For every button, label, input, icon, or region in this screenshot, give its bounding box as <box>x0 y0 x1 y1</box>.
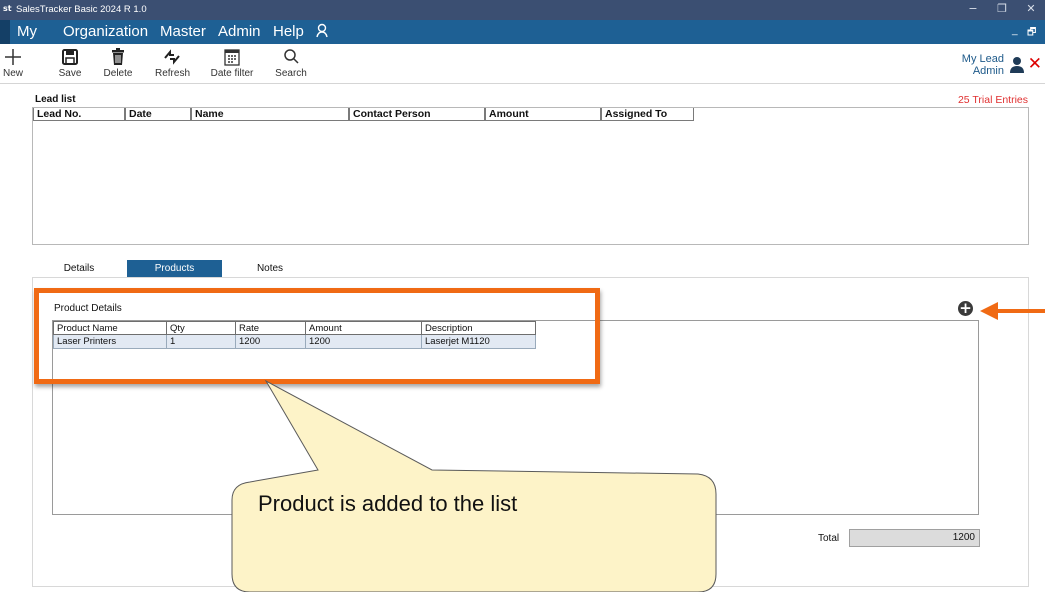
toolbar: New Save Delete Refresh Date filter Sear… <box>0 44 1045 84</box>
search-label: Search <box>275 68 307 79</box>
col-contact-person[interactable]: Contact Person <box>349 108 485 121</box>
search-icon <box>274 47 308 69</box>
col-date[interactable]: Date <box>125 108 191 121</box>
current-user-label[interactable]: My Lead Admin <box>962 53 1004 77</box>
window-title: SalesTracker Basic 2024 R 1.0 <box>16 4 147 15</box>
search-button[interactable]: Search <box>274 47 308 79</box>
tab-products[interactable]: Products <box>127 260 222 277</box>
menu-minimize-button[interactable]: _ <box>1012 25 1018 36</box>
trial-entries-text: 25 Trial Entries <box>957 94 1028 106</box>
date-filter-button[interactable]: Date filter <box>209 47 255 79</box>
trash-icon <box>103 47 133 69</box>
col-amount[interactable]: Amount <box>485 108 601 121</box>
window-close-button[interactable]: ✕ <box>1020 1 1042 17</box>
save-label: Save <box>58 68 82 79</box>
plus-icon <box>2 47 24 69</box>
close-form-button[interactable]: ✕ <box>1028 55 1042 73</box>
delete-button[interactable]: Delete <box>103 47 133 79</box>
floppy-disk-icon <box>57 47 83 69</box>
menu-organization[interactable]: Organization <box>63 23 148 41</box>
save-button[interactable]: Save <box>57 47 83 79</box>
user-module-text: My Lead <box>961 53 1004 65</box>
tab-notes[interactable]: Notes <box>240 260 300 277</box>
menu-master[interactable]: Master <box>160 23 206 41</box>
refresh-label: Refresh <box>155 68 191 79</box>
menu-admin[interactable]: Admin <box>218 23 261 41</box>
restore-button[interactable]: ❐ <box>991 1 1013 17</box>
delete-label: Delete <box>103 68 133 79</box>
new-button[interactable]: New <box>2 47 24 79</box>
minimize-button[interactable]: − <box>962 1 984 17</box>
highlight-box <box>34 288 600 384</box>
add-product-button[interactable]: + <box>958 301 973 316</box>
menu-help[interactable]: Help <box>273 23 304 41</box>
menu-restore-button[interactable]: 🗗 <box>1027 25 1036 42</box>
tab-details[interactable]: Details <box>48 260 110 277</box>
col-lead-no[interactable]: Lead No. <box>33 108 125 121</box>
date-filter-label: Date filter <box>210 68 254 79</box>
menu-my[interactable]: My <box>17 23 37 41</box>
callout-text: Product is added to the list <box>258 491 518 516</box>
refresh-button[interactable]: Refresh <box>155 47 191 79</box>
menu-left-strip <box>0 20 10 44</box>
lead-list-grid[interactable]: Lead No. Date Name Contact Person Amount… <box>32 107 1029 245</box>
title-bar: st SalesTracker Basic 2024 R 1.0 − ❐ ✕ <box>0 0 1045 20</box>
user-avatar-icon[interactable] <box>1009 56 1025 74</box>
menu-bar: My Organization Master Admin Help _ 🗗 <box>0 20 1045 44</box>
app-logo: st <box>3 4 12 13</box>
user-role-text: Admin <box>972 65 1004 77</box>
total-label: Total <box>818 533 840 544</box>
refresh-icon <box>155 47 189 69</box>
calendar-icon <box>209 47 255 69</box>
app-window: st SalesTracker Basic 2024 R 1.0 − ❐ ✕ M… <box>0 0 1045 592</box>
user-menu-icon[interactable] <box>316 23 330 44</box>
lead-list-title: Lead list <box>35 94 76 105</box>
new-label: New <box>2 68 23 79</box>
total-value-field: 1200 <box>849 529 980 547</box>
col-assigned-to[interactable]: Assigned To <box>601 108 694 121</box>
col-name[interactable]: Name <box>191 108 349 121</box>
